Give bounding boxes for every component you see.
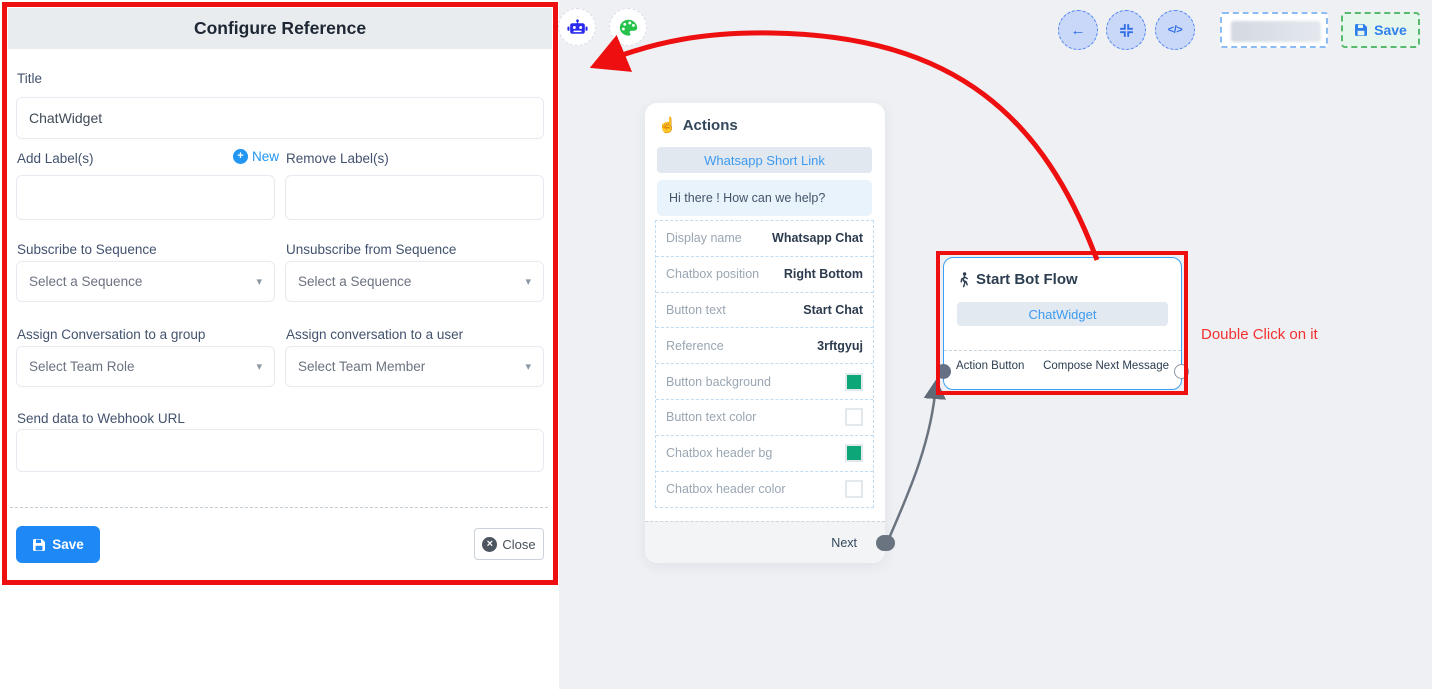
row-label: Button text [666, 303, 726, 317]
double-click-annotation: Double Click on it [1201, 326, 1318, 343]
new-link-text: New [252, 149, 279, 164]
row-label: Button background [666, 375, 771, 389]
input-handle[interactable] [936, 364, 951, 379]
divider [10, 507, 548, 508]
row-button-background[interactable]: Button background [656, 364, 873, 400]
add-labels-label: Add Label(s) [17, 151, 94, 166]
node-title-text: Start Bot Flow [976, 271, 1078, 288]
whatsapp-short-link-button[interactable]: Whatsapp Short Link [657, 147, 872, 173]
panel-title: Configure Reference [8, 8, 552, 49]
remove-labels-input[interactable] [285, 175, 544, 220]
row-value: Start Chat [803, 303, 863, 317]
actions-card-footer: Next [645, 521, 885, 563]
greeting-message: Hi there ! How can we help? [657, 180, 872, 216]
row-chatbox-position[interactable]: Chatbox position Right Bottom [656, 257, 873, 293]
back-button[interactable]: ← [1058, 10, 1098, 50]
color-swatch[interactable] [845, 444, 863, 462]
configure-reference-panel: Configure Reference Title Add Label(s) +… [0, 0, 559, 689]
row-label: Chatbox position [666, 267, 759, 281]
row-chatbox-header-bg[interactable]: Chatbox header bg [656, 436, 873, 472]
flow-save-button[interactable]: Save [1341, 12, 1420, 48]
code-view-button[interactable]: </> [1155, 10, 1195, 50]
start-bot-flow-node[interactable]: Start Bot Flow ChatWidget Action Button … [943, 257, 1182, 390]
bot-icon-button[interactable] [558, 8, 596, 46]
row-value: Right Bottom [784, 267, 863, 281]
team-member-select[interactable]: Select Team Member ▾ [285, 346, 544, 387]
row-label: Display name [666, 231, 742, 245]
color-swatch[interactable] [845, 408, 863, 426]
subscribe-select[interactable]: Select a Sequence ▾ [16, 261, 275, 302]
config-rows: Display name Whatsapp Chat Chatbox posit… [655, 220, 874, 508]
next-connector-handle[interactable] [876, 535, 892, 551]
subscribe-label: Subscribe to Sequence [17, 242, 157, 257]
row-display-name[interactable]: Display name Whatsapp Chat [656, 221, 873, 257]
flow-builder-screen: Configure Reference Title Add Label(s) +… [0, 0, 1432, 689]
chevron-down-icon: ▾ [256, 360, 262, 373]
floppy-icon [32, 538, 46, 552]
hand-pointer-icon: ☝ [658, 116, 677, 134]
plus-icon: + [233, 149, 248, 164]
output-handle[interactable] [1174, 364, 1189, 379]
row-label: Reference [666, 339, 724, 353]
row-chatbox-header-color[interactable]: Chatbox header color [656, 472, 873, 508]
left-arrow-icon: ← [1071, 22, 1086, 39]
unsubscribe-select[interactable]: Select a Sequence ▾ [285, 261, 544, 302]
walking-person-icon [958, 272, 970, 288]
assign-group-label: Assign Conversation to a group [17, 327, 205, 342]
robot-icon [567, 19, 588, 36]
close-icon: × [482, 537, 497, 552]
unsubscribe-label: Unsubscribe from Sequence [286, 242, 456, 257]
actions-card: ☝ Actions Whatsapp Short Link Hi there !… [645, 103, 885, 563]
theme-icon-button[interactable] [609, 8, 647, 46]
node-reference-button[interactable]: ChatWidget [957, 302, 1168, 326]
row-reference[interactable]: Reference 3rftgyuj [656, 328, 873, 364]
subscribe-select-value: Select a Sequence [29, 274, 142, 289]
row-value: Whatsapp Chat [772, 231, 863, 245]
fit-view-button[interactable] [1106, 10, 1146, 50]
row-button-text[interactable]: Button text Start Chat [656, 293, 873, 329]
webhook-input[interactable] [16, 429, 544, 472]
floppy-icon [1354, 23, 1368, 37]
webhook-label: Send data to Webhook URL [17, 411, 185, 426]
color-swatch[interactable] [845, 373, 863, 391]
close-button-label: Close [502, 537, 535, 552]
assign-user-label: Assign conversation to a user [286, 327, 463, 342]
row-label: Chatbox header color [666, 482, 786, 496]
compose-next-message-port-label: Compose Next Message [1043, 360, 1169, 372]
team-role-select[interactable]: Select Team Role ▾ [16, 346, 275, 387]
chevron-down-icon: ▾ [525, 360, 531, 373]
action-button-port-label: Action Button [956, 360, 1024, 372]
unsubscribe-select-value: Select a Sequence [298, 274, 411, 289]
node-title: Start Bot Flow [958, 271, 1078, 288]
add-labels-input[interactable] [16, 175, 275, 220]
next-label: Next [831, 536, 857, 550]
row-value: 3rftgyuj [817, 339, 863, 353]
close-button[interactable]: × Close [474, 528, 544, 560]
actions-title-text: Actions [683, 117, 738, 134]
team-role-select-value: Select Team Role [29, 359, 135, 374]
row-label: Chatbox header bg [666, 446, 772, 460]
redacted-text [1231, 21, 1321, 42]
actions-card-title: ☝ Actions [658, 116, 738, 134]
chevron-down-icon: ▾ [256, 275, 262, 288]
title-label: Title [17, 71, 42, 86]
title-input[interactable] [16, 97, 544, 139]
new-label-link[interactable]: + New [233, 149, 279, 164]
color-swatch[interactable] [845, 480, 863, 498]
team-member-select-value: Select Team Member [298, 359, 425, 374]
node-ports: Action Button Compose Next Message [944, 360, 1181, 372]
remove-labels-label: Remove Label(s) [286, 151, 389, 166]
save-button-label: Save [52, 537, 84, 552]
flow-save-label: Save [1374, 22, 1407, 38]
flow-connector-edge [887, 384, 936, 543]
row-label: Button text color [666, 410, 756, 424]
compress-icon [1119, 23, 1134, 38]
code-icon: </> [1168, 24, 1182, 36]
palette-icon [619, 19, 638, 36]
flow-name-input[interactable] [1220, 12, 1328, 48]
chevron-down-icon: ▾ [525, 275, 531, 288]
row-button-text-color[interactable]: Button text color [656, 400, 873, 436]
save-button[interactable]: Save [16, 526, 100, 563]
divider [944, 350, 1181, 351]
